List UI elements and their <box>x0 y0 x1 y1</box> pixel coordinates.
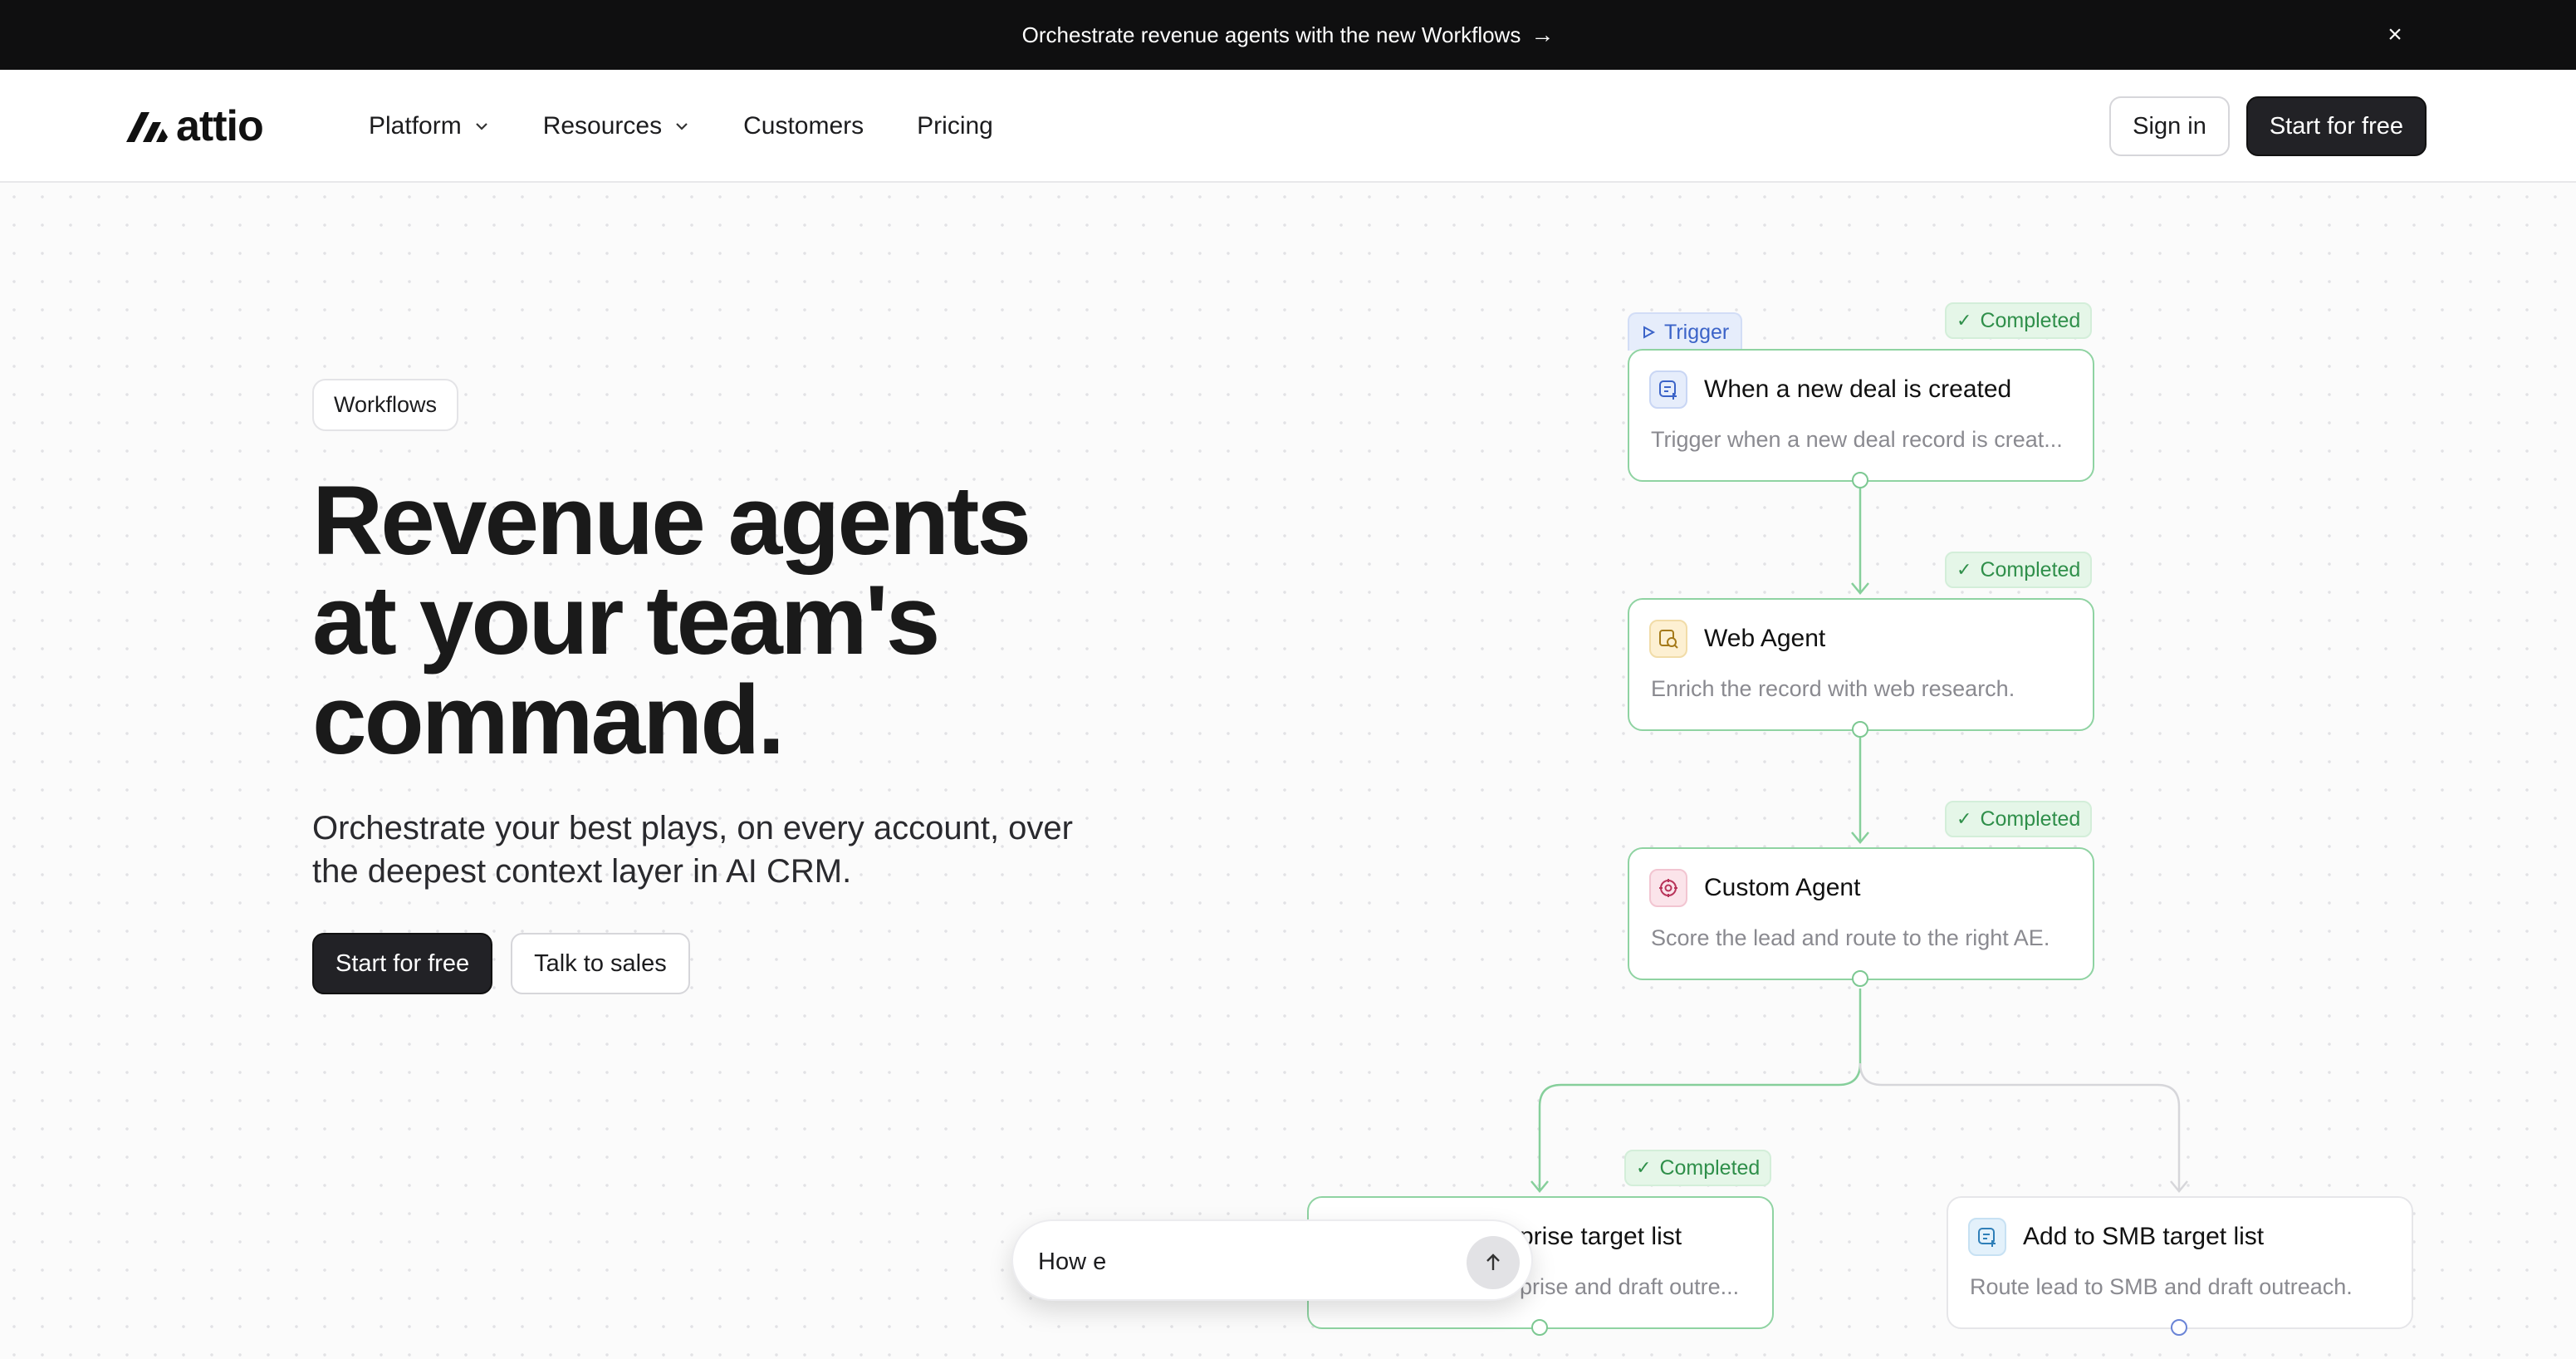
close-icon[interactable]: × <box>2378 18 2412 52</box>
connector-port <box>1852 721 1868 738</box>
node-description: Trigger when a new deal record is creat.… <box>1651 427 2063 452</box>
top-navigation: attio Platform Resources Customers Prici… <box>0 70 2576 183</box>
connector-port <box>2171 1319 2187 1336</box>
nav-resources[interactable]: Resources <box>543 112 690 140</box>
nav-platform[interactable]: Platform <box>369 112 490 140</box>
trigger-tag: Trigger <box>1628 312 1743 351</box>
nav-platform-label: Platform <box>369 112 462 140</box>
node-description: Score the lead and route to the right AE… <box>1651 925 2050 950</box>
hero-section: Workflows Revenue agents at your team's … <box>312 379 1143 994</box>
check-icon: ✓ <box>1956 310 1972 331</box>
node-description: Route lead to SMB and draft outreach. <box>1970 1274 2353 1299</box>
connector-port <box>1852 472 1868 488</box>
nav-links: Platform Resources Customers Pricing <box>369 110 1046 143</box>
node-title: Add to SMB target list <box>2023 1223 2265 1250</box>
nav-actions: Sign in Start for free <box>2109 96 2427 156</box>
node-description: Enrich the record with web research. <box>1651 676 2015 701</box>
start-free-nav-button[interactable]: Start for free <box>2245 96 2427 156</box>
hero-headline: Revenue agents at your team's command. <box>312 466 1031 775</box>
record-plus-icon <box>1649 370 1687 409</box>
prompt-bar <box>1011 1219 1533 1301</box>
node-title: When a new deal is created <box>1704 375 2012 403</box>
nav-customers-label: Customers <box>743 112 864 140</box>
completed-badge: ✓ Completed <box>1945 302 2093 339</box>
connector-port <box>1852 970 1868 987</box>
sign-in-button[interactable]: Sign in <box>2109 96 2230 156</box>
arrow-right-icon: → <box>1530 22 1555 47</box>
nav-customers[interactable]: Customers <box>743 112 864 140</box>
node-title: prise target list <box>1520 1223 1682 1250</box>
announcement-text[interactable]: Orchestrate revenue agents with the new … <box>1022 22 1521 48</box>
workflow-node-web-agent[interactable]: Web Agent Enrich the record with web res… <box>1628 598 2094 731</box>
workflows-pill: Workflows <box>312 379 459 431</box>
workflow-node-trigger[interactable]: When a new deal is created Trigger when … <box>1628 349 2094 482</box>
completed-label: Completed <box>1980 807 2081 831</box>
web-search-icon <box>1649 620 1687 658</box>
attio-logo-mark-icon <box>126 112 168 142</box>
completed-badge: ✓ Completed <box>1624 1150 1772 1186</box>
start-free-hero-button[interactable]: Start for free <box>312 933 493 994</box>
nav-pricing-label: Pricing <box>917 112 993 140</box>
node-title: Web Agent <box>1704 625 1826 652</box>
trigger-label: Trigger <box>1664 320 1730 344</box>
arrow-up-icon <box>1486 1254 1500 1270</box>
completed-label: Completed <box>1980 308 2081 332</box>
workflow-node-custom-agent[interactable]: Custom Agent Score the lead and route to… <box>1628 847 2094 980</box>
chevron-down-icon <box>676 123 688 130</box>
hero-cta-group: Start for free Talk to sales <box>312 933 1143 994</box>
hero-subheadline: Orchestrate your best plays, on every ac… <box>312 810 1073 890</box>
nav-resources-label: Resources <box>542 112 663 140</box>
completed-badge: ✓ Completed <box>1945 801 2093 837</box>
record-plus-icon <box>1968 1218 2006 1256</box>
play-icon <box>1643 326 1656 339</box>
chevron-down-icon <box>475 123 487 130</box>
workflow-node-smb-list[interactable]: Add to SMB target list Route lead to SMB… <box>1947 1196 2413 1329</box>
announcement-bar[interactable]: Orchestrate revenue agents with the new … <box>0 0 2576 70</box>
node-title: Custom Agent <box>1704 874 1861 901</box>
node-description: prise and draft outre... <box>1520 1274 1740 1299</box>
custom-agent-icon <box>1649 869 1687 907</box>
completed-label: Completed <box>1659 1155 1761 1180</box>
talk-to-sales-button[interactable]: Talk to sales <box>511 933 690 994</box>
completed-label: Completed <box>1980 557 2081 581</box>
send-button[interactable] <box>1467 1236 1520 1289</box>
check-icon: ✓ <box>1956 808 1972 829</box>
logo-wordmark: attio <box>176 102 264 150</box>
nav-pricing[interactable]: Pricing <box>917 112 993 140</box>
check-icon: ✓ <box>1636 1157 1652 1178</box>
connector-port <box>1531 1319 1548 1336</box>
check-icon: ✓ <box>1956 559 1972 580</box>
completed-badge: ✓ Completed <box>1945 552 2093 588</box>
attio-logo[interactable]: attio <box>123 102 264 150</box>
prompt-input[interactable] <box>1038 1241 1437 1283</box>
